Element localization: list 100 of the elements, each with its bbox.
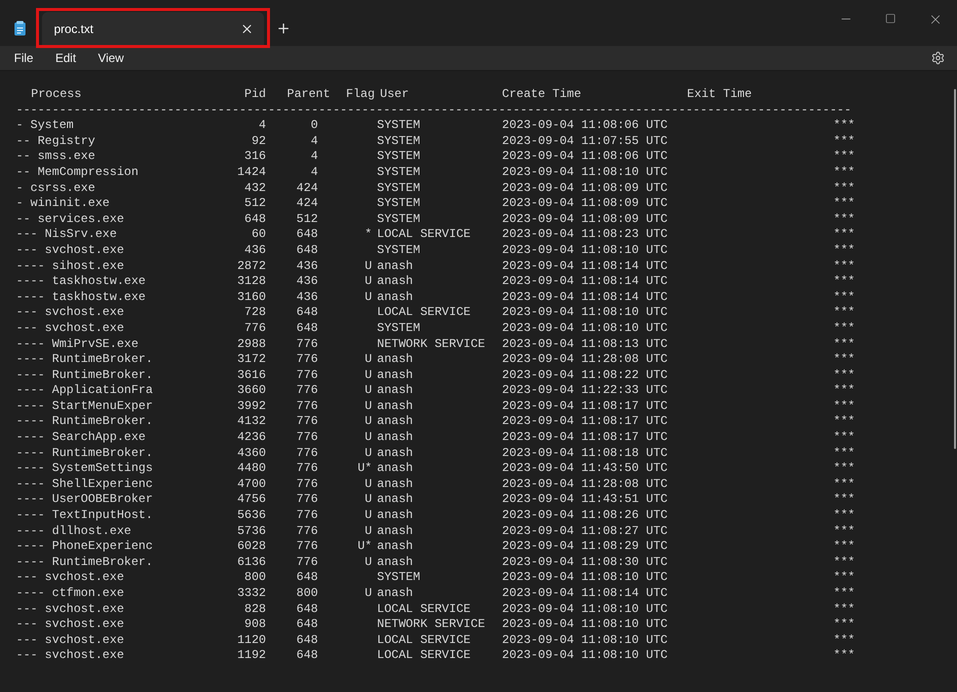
create-time-value: 2023-09-04 11:08:13 UTC	[502, 336, 668, 350]
pid-value: 2872	[237, 258, 266, 273]
process-name: -- Registry	[16, 134, 96, 148]
exit-time-value: ***	[833, 352, 855, 366]
process-name: --- svchost.exe	[16, 320, 124, 335]
create-time-value: 2023-09-04 11:08:06 UTC	[502, 118, 668, 132]
new-tab-icon[interactable]	[276, 20, 290, 36]
process-name: - wininit.exe	[16, 196, 110, 210]
process-name: --- svchost.exe	[16, 617, 124, 632]
exit-time-value: ***	[833, 414, 855, 428]
parent-pid-value: 776	[296, 461, 318, 476]
create-time-value: 2023-09-04 11:08:17 UTC	[502, 398, 668, 413]
exit-time-value: ***	[833, 274, 855, 288]
exit-time-value: ***	[833, 149, 855, 164]
menu-item[interactable]: Edit	[45, 47, 86, 69]
user-value: LOCAL SERVICE	[377, 305, 471, 320]
user-value: SYSTEM	[377, 320, 420, 335]
flag-value: U	[364, 554, 372, 569]
parent-pid-value: 776	[296, 446, 318, 460]
create-time-value: 2023-09-04 11:08:30 UTC	[502, 554, 668, 569]
pid-value: 6028	[237, 539, 266, 554]
exit-time-value: ***	[833, 118, 855, 132]
pid-value: 3332	[237, 586, 266, 600]
exit-time-value: ***	[833, 524, 855, 538]
parent-pid-value: 776	[296, 539, 318, 554]
maximize-icon[interactable]	[885, 13, 896, 24]
scrollbar-thumb[interactable]	[954, 89, 956, 449]
document-tab[interactable]: proc.txt	[42, 12, 264, 46]
flag-value: U	[364, 430, 372, 444]
column-header: Process	[31, 87, 82, 101]
user-value: SYSTEM	[377, 164, 420, 179]
create-time-value: 2023-09-04 11:08:10 UTC	[502, 570, 668, 584]
column-header: Create Time	[502, 87, 582, 101]
exit-time-value: ***	[833, 227, 855, 242]
create-time-value: 2023-09-04 11:08:17 UTC	[502, 414, 668, 428]
exit-time-value: ***	[833, 134, 855, 148]
create-time-value: 2023-09-04 11:08:10 UTC	[502, 242, 668, 257]
column-header: Flag	[346, 87, 375, 101]
pid-value: 512	[244, 196, 266, 210]
process-name: ---- sihost.exe	[16, 258, 124, 273]
exit-time-value: ***	[833, 242, 855, 257]
menu-item[interactable]: File	[4, 47, 44, 69]
exit-time-value: ***	[833, 461, 855, 476]
parent-pid-value: 648	[296, 242, 318, 257]
process-name: --- svchost.exe	[16, 632, 124, 647]
parent-pid-value: 776	[296, 383, 318, 398]
pid-value: 1120	[237, 632, 266, 647]
process-name: ---- taskhostw.exe	[16, 274, 146, 288]
parent-pid-value: 648	[296, 320, 318, 335]
menu-item[interactable]: View	[88, 47, 134, 69]
create-time-value: 2023-09-04 11:22:33 UTC	[502, 383, 668, 398]
create-time-value: 2023-09-04 11:08:10 UTC	[502, 617, 668, 632]
pid-value: 3128	[237, 274, 266, 288]
pid-value: 316	[244, 149, 266, 164]
exit-time-value: ***	[833, 212, 855, 226]
settings-icon[interactable]	[931, 51, 945, 65]
flag-value: U*	[358, 461, 372, 476]
user-value: anash	[377, 524, 414, 538]
create-time-value: 2023-09-04 11:08:14 UTC	[502, 258, 668, 273]
pid-value: 436	[244, 242, 266, 257]
exit-time-value: ***	[833, 508, 855, 522]
create-time-value: 2023-09-04 11:08:23 UTC	[502, 227, 668, 242]
column-header: Parent	[287, 87, 330, 101]
user-value: anash	[377, 414, 414, 428]
pid-value: 3660	[237, 383, 266, 398]
pid-value: 4756	[237, 492, 266, 506]
pid-value: 5736	[237, 524, 266, 538]
user-value: SYSTEM	[377, 134, 420, 148]
flag-value: U	[364, 446, 372, 460]
user-value: LOCAL SERVICE	[377, 227, 471, 242]
user-value: SYSTEM	[377, 570, 420, 584]
exit-time-value: ***	[833, 196, 855, 210]
exit-time-value: ***	[833, 398, 855, 413]
parent-pid-value: 648	[296, 227, 318, 242]
exit-time-value: ***	[833, 320, 855, 335]
pid-value: 4132	[237, 414, 266, 428]
parent-pid-value: 776	[296, 508, 318, 522]
create-time-value: 2023-09-04 11:08:10 UTC	[502, 305, 668, 320]
parent-pid-value: 648	[296, 305, 318, 320]
parent-pid-value: 776	[296, 524, 318, 538]
exit-time-value: ***	[833, 430, 855, 444]
exit-time-value: ***	[833, 570, 855, 584]
pid-value: 4480	[237, 461, 266, 476]
create-time-value: 2023-09-04 11:28:08 UTC	[502, 476, 668, 491]
parent-pid-value: 776	[296, 352, 318, 366]
pid-value: 4236	[237, 430, 266, 444]
column-header: User	[380, 87, 409, 101]
user-value: anash	[377, 430, 414, 444]
exit-time-value: ***	[833, 648, 855, 662]
create-time-value: 2023-09-04 11:08:10 UTC	[502, 602, 668, 616]
user-value: SYSTEM	[377, 180, 420, 195]
process-name: ---- PhoneExperienc	[16, 539, 153, 554]
parent-pid-value: 4	[310, 149, 318, 164]
user-value: NETWORK SERVICE	[377, 617, 486, 632]
parent-pid-value: 436	[296, 290, 318, 304]
pid-value: 3992	[237, 398, 266, 413]
create-time-value: 2023-09-04 11:08:10 UTC	[502, 164, 668, 179]
process-name: -- smss.exe	[16, 149, 96, 164]
close-icon[interactable]	[240, 22, 254, 36]
process-name: --- svchost.exe	[16, 242, 124, 257]
